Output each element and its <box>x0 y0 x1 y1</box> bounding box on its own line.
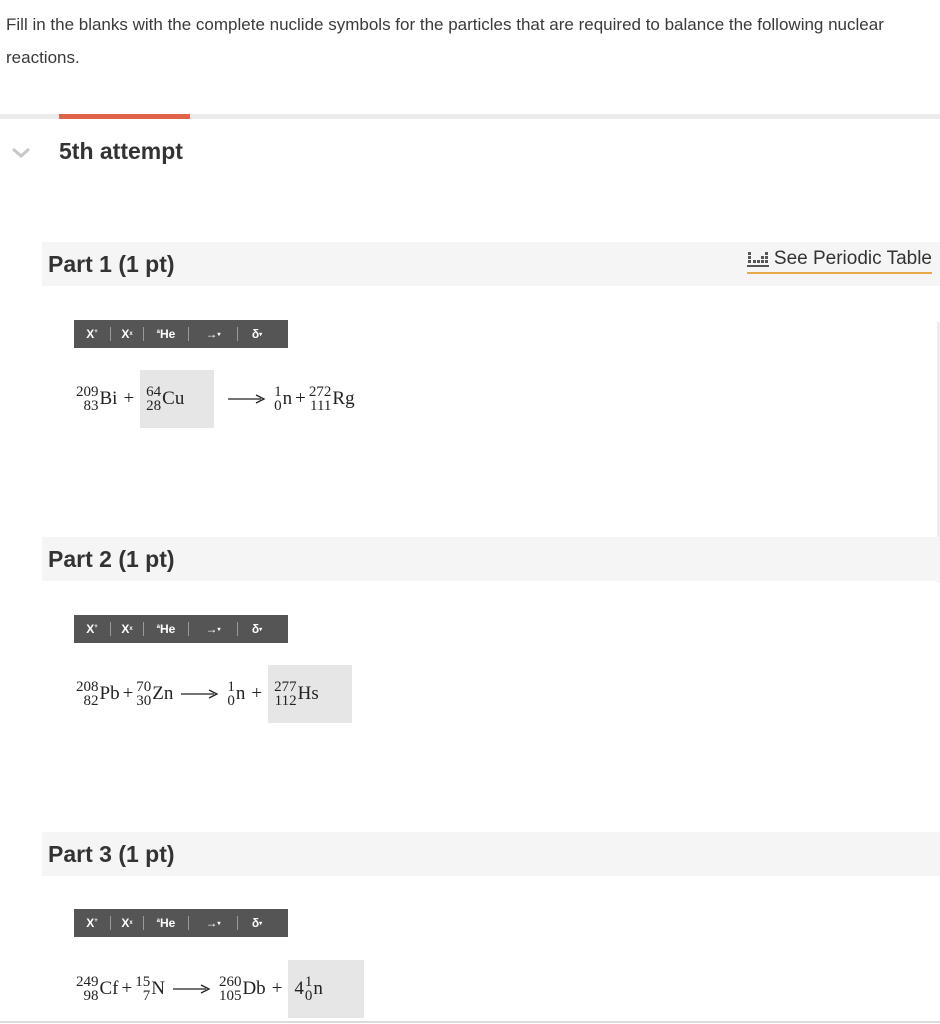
active-tab-indicator <box>59 114 190 119</box>
part-1-header: Part 1 (1 pt) See Periodic Table <box>42 242 940 286</box>
plus-sign: + <box>123 388 135 409</box>
nuclide-reactant-2: 15 7 N <box>135 974 165 1004</box>
nuclide-reactant-1: 209 83 Bi <box>76 384 118 414</box>
superscript-button[interactable]: X + <box>74 909 110 937</box>
nuclide-product-1: 10n <box>227 679 246 709</box>
plus-sign: + <box>295 388 306 409</box>
delta-button[interactable]: δ ▾ <box>238 909 276 937</box>
see-periodic-table-label: See Periodic Table <box>773 248 932 269</box>
equation-part-3: 249 98 Cf + 15 7 N 260 105 Db + 4 10n <box>76 960 365 1018</box>
subscript-button[interactable]: Xx <box>111 320 143 348</box>
see-periodic-table-link[interactable]: See Periodic Table <box>746 248 932 274</box>
delta-button[interactable]: δ ▾ <box>238 615 276 643</box>
equation-part-1: 209 83 Bi + 64 28 Cu 10n + 272 111 Rg <box>76 370 355 428</box>
superscript-button[interactable]: X + <box>74 615 110 643</box>
nuclide-reactant-2: 70 30 Zn <box>136 679 174 709</box>
nuclide-reactant-1: 249 98 Cf <box>76 974 119 1004</box>
arrow-button[interactable]: → ▾ <box>189 320 237 348</box>
arrow-button[interactable]: → ▾ <box>189 909 237 937</box>
superscript-button[interactable]: X + <box>74 320 110 348</box>
subscript-button[interactable]: Xx <box>111 909 143 937</box>
part-3-header: Part 3 (1 pt) <box>42 832 940 876</box>
equation-toolbar: X + Xx a He → ▾ δ ▾ <box>74 320 288 348</box>
question-prompt: Fill in the blanks with the complete nuc… <box>6 15 884 67</box>
attempt-tab-bar <box>0 114 940 119</box>
plus-sign: + <box>121 978 133 999</box>
answer-field-part-2[interactable]: 277 112 Hs <box>268 665 353 723</box>
coefficient: 4 <box>294 978 304 999</box>
plus-sign: + <box>122 683 134 704</box>
reaction-arrow-icon <box>172 984 211 994</box>
nuclide-product-1: 260 105 Db <box>218 974 266 1004</box>
answer-field-part-3[interactable]: 4 10n <box>288 960 365 1018</box>
part-2-header: Part 2 (1 pt) <box>42 537 940 581</box>
equation-toolbar: X + Xx a He → ▾ δ ▾ <box>74 909 288 937</box>
reaction-arrow-icon <box>228 394 266 404</box>
equation-part-2: 208 82 Pb + 70 30 Zn 10n + 277 112 Hs <box>76 665 353 723</box>
subscript-button[interactable]: Xx <box>111 615 143 643</box>
reaction-arrow-icon <box>181 689 219 699</box>
nuclide-button[interactable]: a He <box>144 320 188 348</box>
answer-field-part-1[interactable]: 64 28 Cu <box>140 370 215 428</box>
part-title: Part 1 (1 pt) <box>48 251 175 277</box>
plus-sign: + <box>251 683 263 704</box>
nuclide-button[interactable]: a He <box>144 615 188 643</box>
divider <box>0 1021 940 1023</box>
equation-toolbar: X + Xx a He → ▾ δ ▾ <box>74 615 288 643</box>
part-title: Part 2 (1 pt) <box>48 546 175 572</box>
part-title: Part 3 (1 pt) <box>48 841 175 867</box>
nuclide-product-2: 272 111 Rg <box>308 384 355 414</box>
nuclide-product-1: 10n <box>274 384 293 414</box>
arrow-button[interactable]: → ▾ <box>189 615 237 643</box>
nuclide-reactant-1: 208 82 Pb <box>76 679 120 709</box>
chevron-down-icon[interactable] <box>10 144 32 162</box>
periodic-table-icon <box>746 252 769 267</box>
nuclide-button[interactable]: a He <box>144 909 188 937</box>
plus-sign: + <box>271 978 283 999</box>
delta-button[interactable]: δ ▾ <box>238 320 276 348</box>
attempt-label: 5th attempt <box>59 138 183 164</box>
